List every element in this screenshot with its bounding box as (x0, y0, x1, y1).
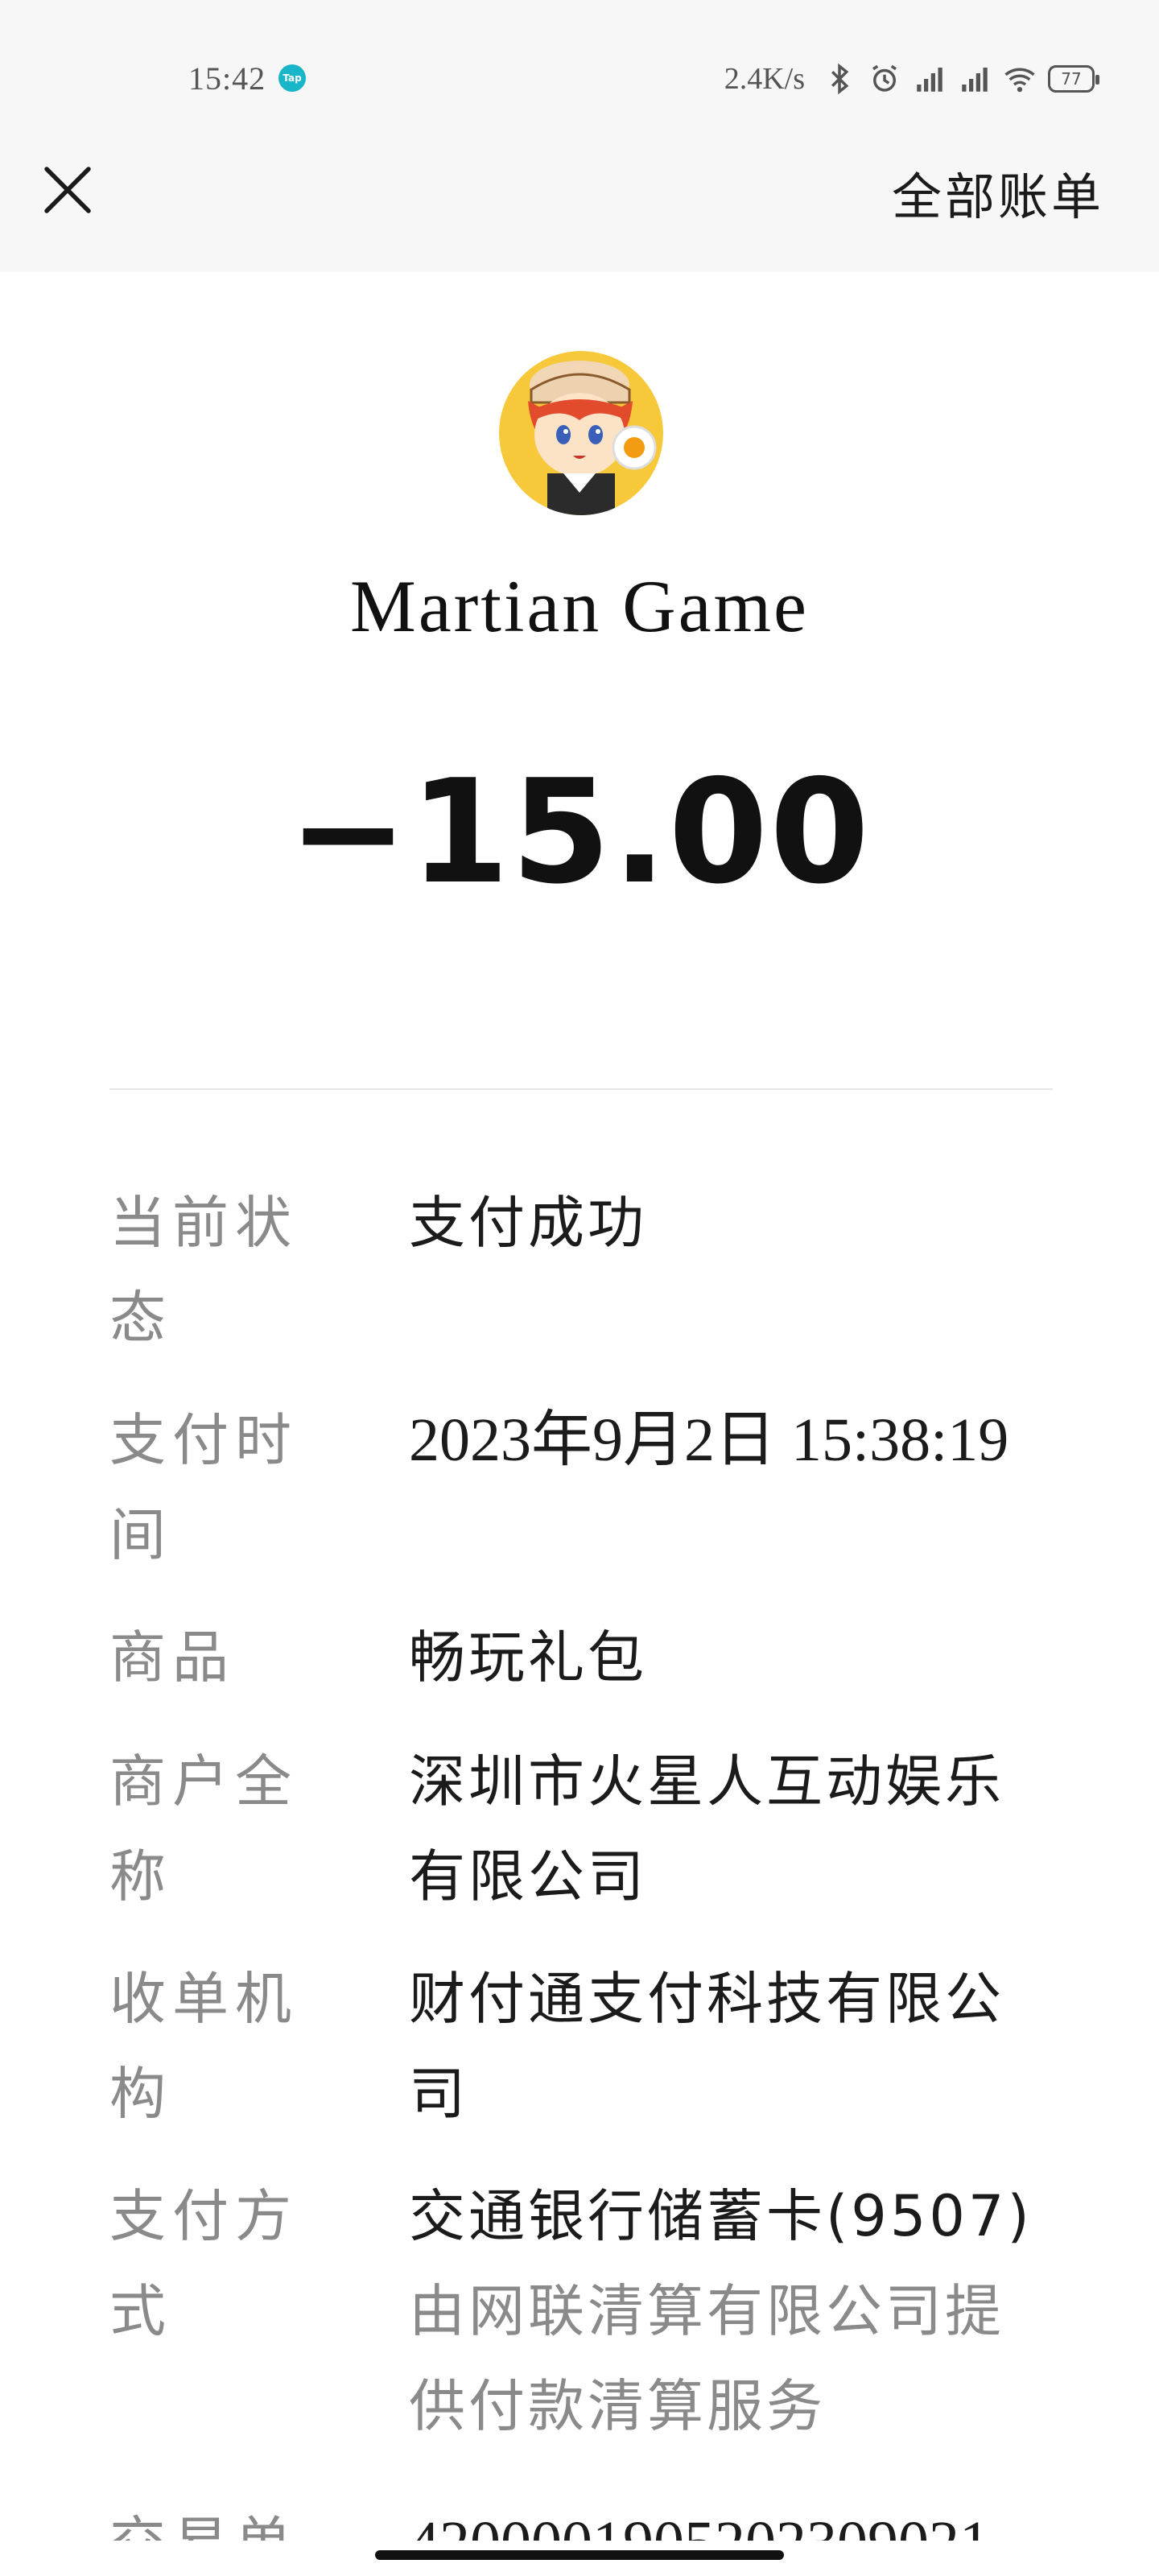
alarm-icon (872, 64, 897, 92)
wifi-icon (1004, 68, 1035, 93)
pay-time-label: 支付时间 (109, 1407, 298, 1568)
merchant-avatar (499, 351, 663, 515)
bluetooth-icon (831, 63, 849, 95)
payment-method-label: 支付方式 (109, 2183, 298, 2344)
tap-app-icon: Tap (278, 64, 306, 92)
acquirer-label: 收单机构 (109, 1966, 298, 2127)
all-bills-link[interactable]: 全部账单 (892, 156, 1104, 229)
battery-icon: 77 (1048, 65, 1099, 93)
product-label: 商品 (109, 1624, 235, 1690)
transaction-id-value: 4200001905202309021 (409, 2496, 1053, 2541)
divider (109, 1088, 1053, 1090)
home-indicator[interactable] (375, 2550, 784, 2560)
status-icons: 2.4K/s 77 (724, 58, 1099, 100)
payment-amount: −15.00 (287, 749, 872, 915)
transaction-id-label: 交易单号 (109, 2496, 319, 2541)
clearing-note: 由网联清算有限公司提供付款清算服务 (409, 2278, 1004, 2439)
detail-row-transaction-id: 交易单号 4200001905202309021 (0, 2496, 1159, 2541)
payment-method-value: 交通银行储蓄卡(9507) 由网联清算有限公司提供付款清算服务 (409, 2169, 1053, 2454)
merchant-name: Martian Game (350, 565, 809, 647)
status-bar: 15:42 Tap 2.4K/s 77 (0, 0, 1159, 158)
payment-card: 交通银行储蓄卡(9507) (409, 2183, 1033, 2249)
product-value: 畅玩礼包 (409, 1624, 647, 1690)
close-icon[interactable] (35, 158, 100, 222)
merchant-full-name-value: 深圳市火星人互动娱乐有限公司 (409, 1748, 1004, 1909)
pay-time-value: 2023年9月2日 15:38:19 (409, 1406, 1009, 1474)
merchant-full-name-label: 商户全称 (109, 1748, 298, 1909)
signal-hd-icon-2 (962, 68, 988, 92)
acquirer-value: 财付通支付科技有限公司 (409, 1966, 1004, 2127)
status-time: 15:42 (188, 60, 266, 97)
net-speed: 2.4K/s (724, 62, 805, 96)
signal-hd-icon (917, 68, 942, 92)
status-label: 当前状态 (109, 1190, 298, 1351)
status-value: 支付成功 (409, 1190, 647, 1256)
